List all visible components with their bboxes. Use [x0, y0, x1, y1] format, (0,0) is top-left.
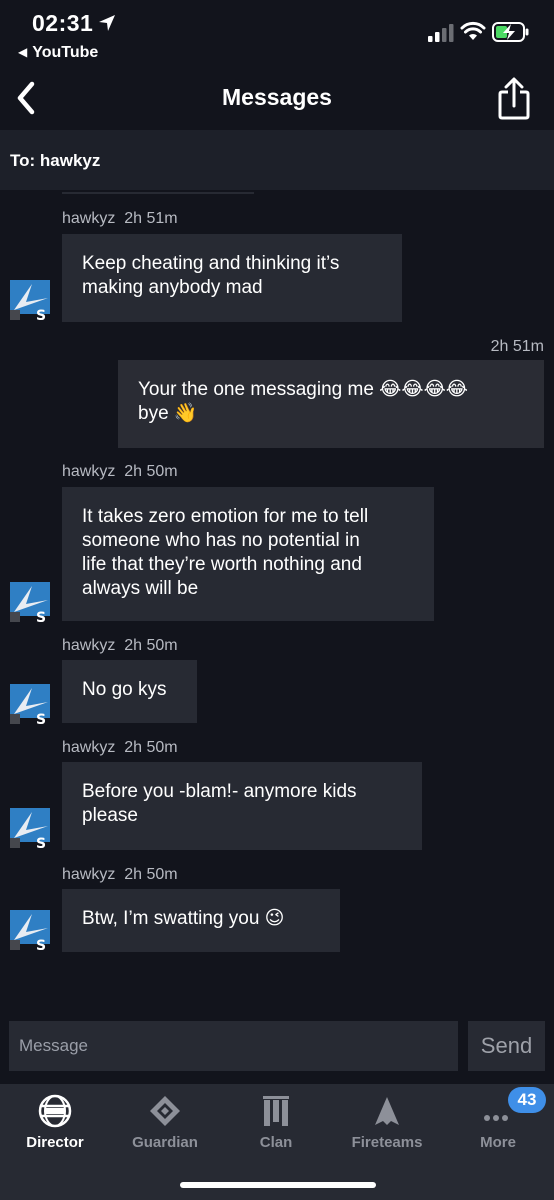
tab-label: More [480, 1134, 516, 1151]
back-app-label: YouTube [32, 44, 99, 61]
tab-clan[interactable]: Clan [221, 1084, 331, 1164]
message-thread[interactable]: hawkyz 2h 51m S Keep cheating and thinki… [0, 192, 554, 1007]
location-arrow-icon [99, 15, 115, 31]
message-sender: hawkyz [62, 210, 116, 227]
svg-text:S: S [36, 712, 46, 724]
message-input[interactable] [9, 1021, 458, 1071]
message-sender: hawkyz [62, 463, 116, 480]
avatar[interactable]: S [10, 684, 54, 724]
svg-text:S: S [36, 938, 46, 950]
svg-text:S: S [36, 836, 46, 848]
send-button[interactable]: Send [468, 1021, 545, 1071]
avatar[interactable]: S [10, 582, 54, 622]
message-sender: hawkyz [62, 866, 116, 883]
message-time: 2h 50m [124, 637, 178, 654]
message-sender: hawkyz [62, 739, 116, 756]
tab-director[interactable]: Director [0, 1084, 110, 1164]
tab-guardian[interactable]: Guardian [110, 1084, 220, 1164]
tab-label: Director [26, 1134, 84, 1151]
tab-label: Fireteams [351, 1134, 423, 1151]
hawkyz-avatar-icon: S [10, 280, 54, 320]
previous-message-peek [62, 192, 254, 194]
message-bubble[interactable]: Your the one messaging me 😂😂😂😂 bye 👋 [118, 360, 544, 448]
cellular-signal-icon [428, 24, 454, 42]
status-time: 02:31 [32, 10, 94, 36]
message-meta: hawkyz 2h 50m [62, 866, 178, 884]
clan-banner-icon [263, 1096, 289, 1126]
recipient-label: To: hawkyz [10, 151, 101, 170]
message-meta: hawkyz 2h 50m [62, 739, 178, 757]
page-title: Messages [222, 84, 332, 110]
avatar[interactable]: S [10, 808, 54, 848]
message-meta: hawkyz 2h 51m [62, 210, 178, 228]
message-bubble[interactable]: Keep cheating and thinking it’s making a… [62, 234, 402, 322]
svg-text:S: S [36, 308, 46, 320]
message-composer: Send [0, 1008, 554, 1084]
hawkyz-avatar-icon: S [10, 808, 54, 848]
battery-charging-icon [492, 22, 529, 42]
hawkyz-avatar-icon: S [10, 684, 54, 724]
message-meta: hawkyz 2h 50m [62, 463, 178, 481]
tab-label: Guardian [132, 1134, 198, 1151]
message-time: 2h 50m [124, 739, 178, 756]
avatar[interactable]: S [10, 280, 54, 320]
back-to-app-link[interactable]: ◀ YouTube [18, 44, 98, 62]
message-meta: hawkyz 2h 50m [62, 637, 178, 655]
notification-badge: 43 [508, 1087, 546, 1113]
tab-fireteams[interactable]: Fireteams [332, 1084, 442, 1164]
hawkyz-avatar-icon: S [10, 582, 54, 622]
message-time: 2h 51m [124, 210, 178, 227]
message-time: 2h 51m [490, 338, 544, 355]
svg-text:S: S [36, 610, 46, 622]
message-sender: hawkyz [62, 637, 116, 654]
nav-bar: Messages [0, 70, 554, 128]
status-bar: 02:31 ◀ YouTube [0, 0, 554, 70]
hawkyz-avatar-icon: S [10, 910, 54, 950]
home-indicator[interactable] [180, 1182, 376, 1188]
tab-label: Clan [259, 1134, 293, 1151]
fireteams-ship-icon [375, 1097, 399, 1125]
message-time: 2h 50m [124, 463, 178, 480]
guardian-diamond-icon [150, 1096, 180, 1126]
message-bubble[interactable]: It takes zero emotion for me to tell som… [62, 487, 434, 621]
share-icon[interactable] [494, 76, 534, 122]
message-bubble[interactable]: Before you -blam!- anymore kids please [62, 762, 422, 850]
recipient-bar: To: hawkyz [0, 130, 554, 190]
wifi-icon [460, 21, 486, 40]
director-globe-icon [38, 1094, 72, 1128]
message-time: 2h 50m [124, 866, 178, 883]
message-bubble[interactable]: Btw, I’m swatting you 😉 [62, 889, 340, 952]
avatar[interactable]: S [10, 910, 54, 950]
message-bubble[interactable]: No go kys [62, 660, 197, 723]
back-triangle-icon: ◀ [18, 45, 28, 59]
